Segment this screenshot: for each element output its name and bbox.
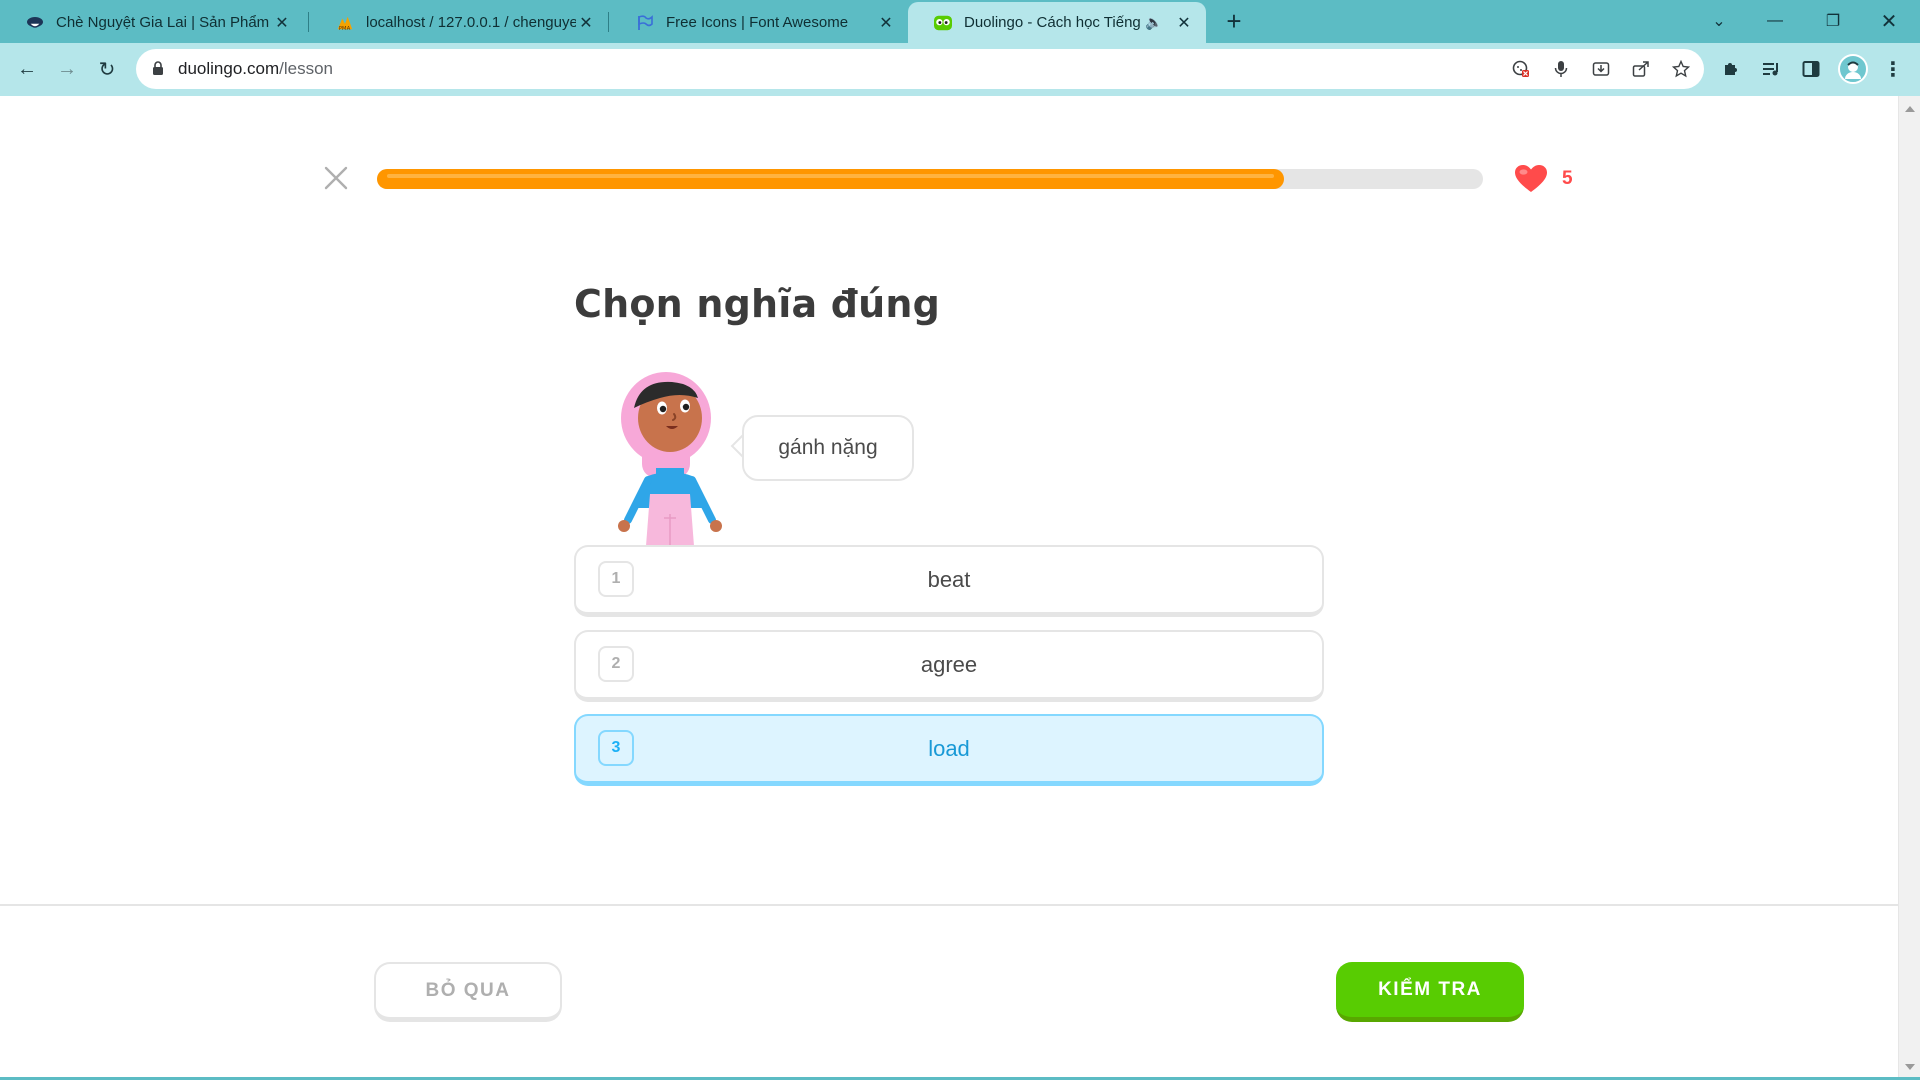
hearts-counter[interactable]: 5 <box>1514 164 1573 194</box>
bookmark-star-icon[interactable] <box>1670 58 1692 80</box>
lesson-page: 5 Chọn nghĩa đúng gánh nặng 1 beat 2 agr… <box>0 96 1898 1080</box>
speaker-icon[interactable]: 🔈 <box>1144 13 1164 33</box>
lesson-progress-fill <box>377 169 1284 189</box>
hearts-count: 5 <box>1562 168 1573 189</box>
close-icon[interactable]: ✕ <box>272 13 292 33</box>
close-icon[interactable]: ✕ <box>876 13 896 33</box>
forward-icon[interactable]: → <box>52 54 82 84</box>
tab-title: Free Icons | Font Awesome <box>666 14 849 31</box>
back-icon[interactable]: ← <box>12 54 42 84</box>
tab-divider <box>608 12 609 32</box>
character-illustration <box>618 372 722 546</box>
tab-divider <box>308 12 309 32</box>
tab-title: localhost / 127.0.0.1 / chenguyet <box>366 14 576 31</box>
check-button[interactable]: KIỂM TRA <box>1336 962 1524 1022</box>
svg-text:PMA: PMA <box>339 26 351 32</box>
choice-option-1[interactable]: 1 beat <box>574 545 1324 617</box>
browser-tabstrip: Chè Nguyệt Gia Lai | Sản Phẩm ✕ PMA loca… <box>0 0 1920 43</box>
profile-avatar[interactable] <box>1838 54 1868 84</box>
side-panel-icon[interactable] <box>1798 56 1824 82</box>
lesson-progress-bar <box>377 169 1483 189</box>
blocked-cookie-icon[interactable] <box>1510 58 1532 80</box>
close-icon[interactable]: ✕ <box>1174 13 1194 33</box>
microphone-icon[interactable] <box>1550 58 1572 80</box>
scroll-down-arrow-icon[interactable] <box>1905 1064 1915 1070</box>
skip-button[interactable]: BỎ QUA <box>374 962 562 1022</box>
choice-text: beat <box>927 566 971 592</box>
restore-icon[interactable]: ❐ <box>1810 6 1856 36</box>
address-bar[interactable]: duolingo.com/lesson <box>136 49 1704 89</box>
browser-menu-icon[interactable]: ⋮ <box>1880 56 1906 82</box>
choice-number: 1 <box>598 561 634 597</box>
choice-option-2[interactable]: 2 agree <box>574 630 1324 702</box>
install-app-icon[interactable] <box>1590 58 1612 80</box>
url-host: duolingo.com <box>178 59 280 78</box>
browser-toolbar: ← → ↻ duolingo.com/lesson ⋮ <box>0 43 1920 96</box>
close-lesson-icon[interactable] <box>320 162 352 194</box>
tab-che-nguyet[interactable]: Chè Nguyệt Gia Lai | Sản Phẩm ✕ <box>0 2 304 43</box>
url-path: /lesson <box>279 59 333 78</box>
flag-icon <box>636 14 654 32</box>
choice-text: agree <box>920 651 978 677</box>
heart-icon <box>1515 165 1547 192</box>
choice-text: load <box>928 735 970 761</box>
extensions-puzzle-icon[interactable] <box>1718 56 1744 82</box>
phpmyadmin-icon: PMA <box>336 14 354 32</box>
prompt-word: gánh nặng <box>778 436 878 459</box>
choice-number: 3 <box>598 730 634 766</box>
share-icon[interactable] <box>1630 58 1652 80</box>
close-icon[interactable]: ✕ <box>576 13 596 33</box>
tab-search-icon[interactable]: ⌄ <box>1696 6 1742 36</box>
window-close-icon[interactable]: ✕ <box>1866 6 1912 36</box>
tab-phpmyadmin[interactable]: PMA localhost / 127.0.0.1 / chenguyet ✕ <box>310 2 608 43</box>
challenge-title: Chọn nghĩa đúng <box>574 282 941 326</box>
reload-icon[interactable]: ↻ <box>92 54 122 84</box>
tab-title: Chè Nguyệt Gia Lai | Sản Phẩm <box>56 14 270 31</box>
minimize-icon[interactable]: — <box>1752 6 1798 36</box>
page-scrollbar[interactable] <box>1898 96 1920 1080</box>
choice-number: 2 <box>598 646 634 682</box>
duolingo-owl-icon <box>934 14 952 32</box>
new-tab-button[interactable]: + <box>1220 8 1248 36</box>
choice-option-3[interactable]: 3 load <box>574 714 1324 786</box>
tab-duolingo[interactable]: Duolingo - Cách học Tiếng A 🔈 ✕ <box>908 2 1206 43</box>
media-queue-icon[interactable] <box>1758 56 1784 82</box>
tea-cup-icon <box>26 14 44 32</box>
footer-divider <box>0 904 1898 906</box>
tab-font-awesome[interactable]: Free Icons | Font Awesome ✕ <box>610 2 908 43</box>
url-text: duolingo.com/lesson <box>178 59 333 79</box>
lock-icon <box>153 61 163 75</box>
tab-title: Duolingo - Cách học Tiếng A <box>964 14 1144 31</box>
progress-shine <box>387 174 1274 178</box>
scroll-up-arrow-icon[interactable] <box>1905 106 1915 112</box>
prompt-speech-bubble[interactable]: gánh nặng <box>742 415 914 481</box>
